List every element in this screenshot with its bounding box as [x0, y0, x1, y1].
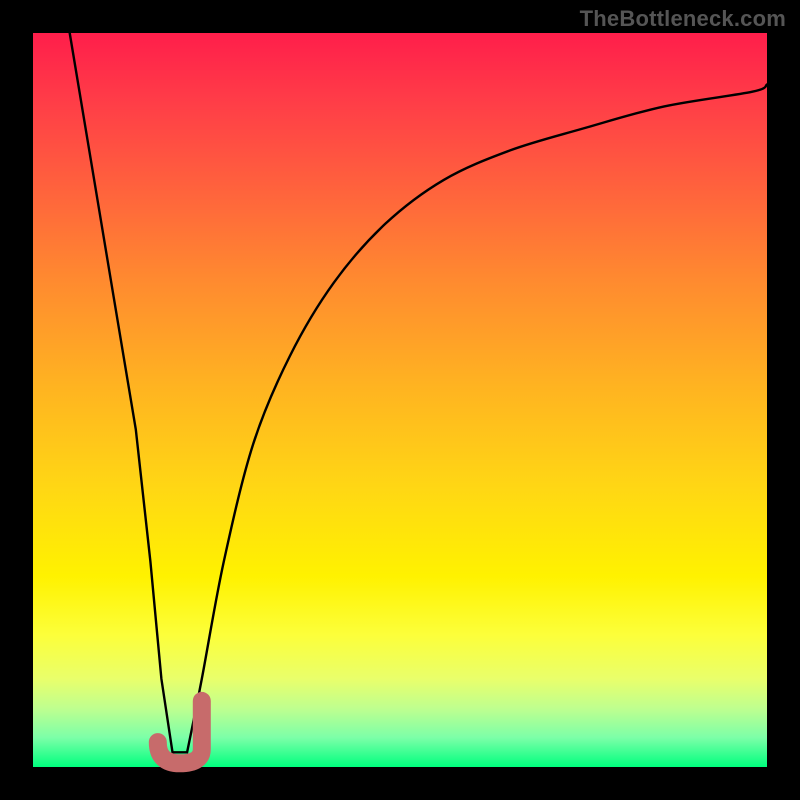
- j-marker-path: [158, 701, 202, 763]
- chart-svg: [33, 33, 767, 767]
- outer-frame: TheBottleneck.com: [0, 0, 800, 800]
- curve-line: [70, 33, 767, 752]
- watermark-text: TheBottleneck.com: [580, 6, 786, 32]
